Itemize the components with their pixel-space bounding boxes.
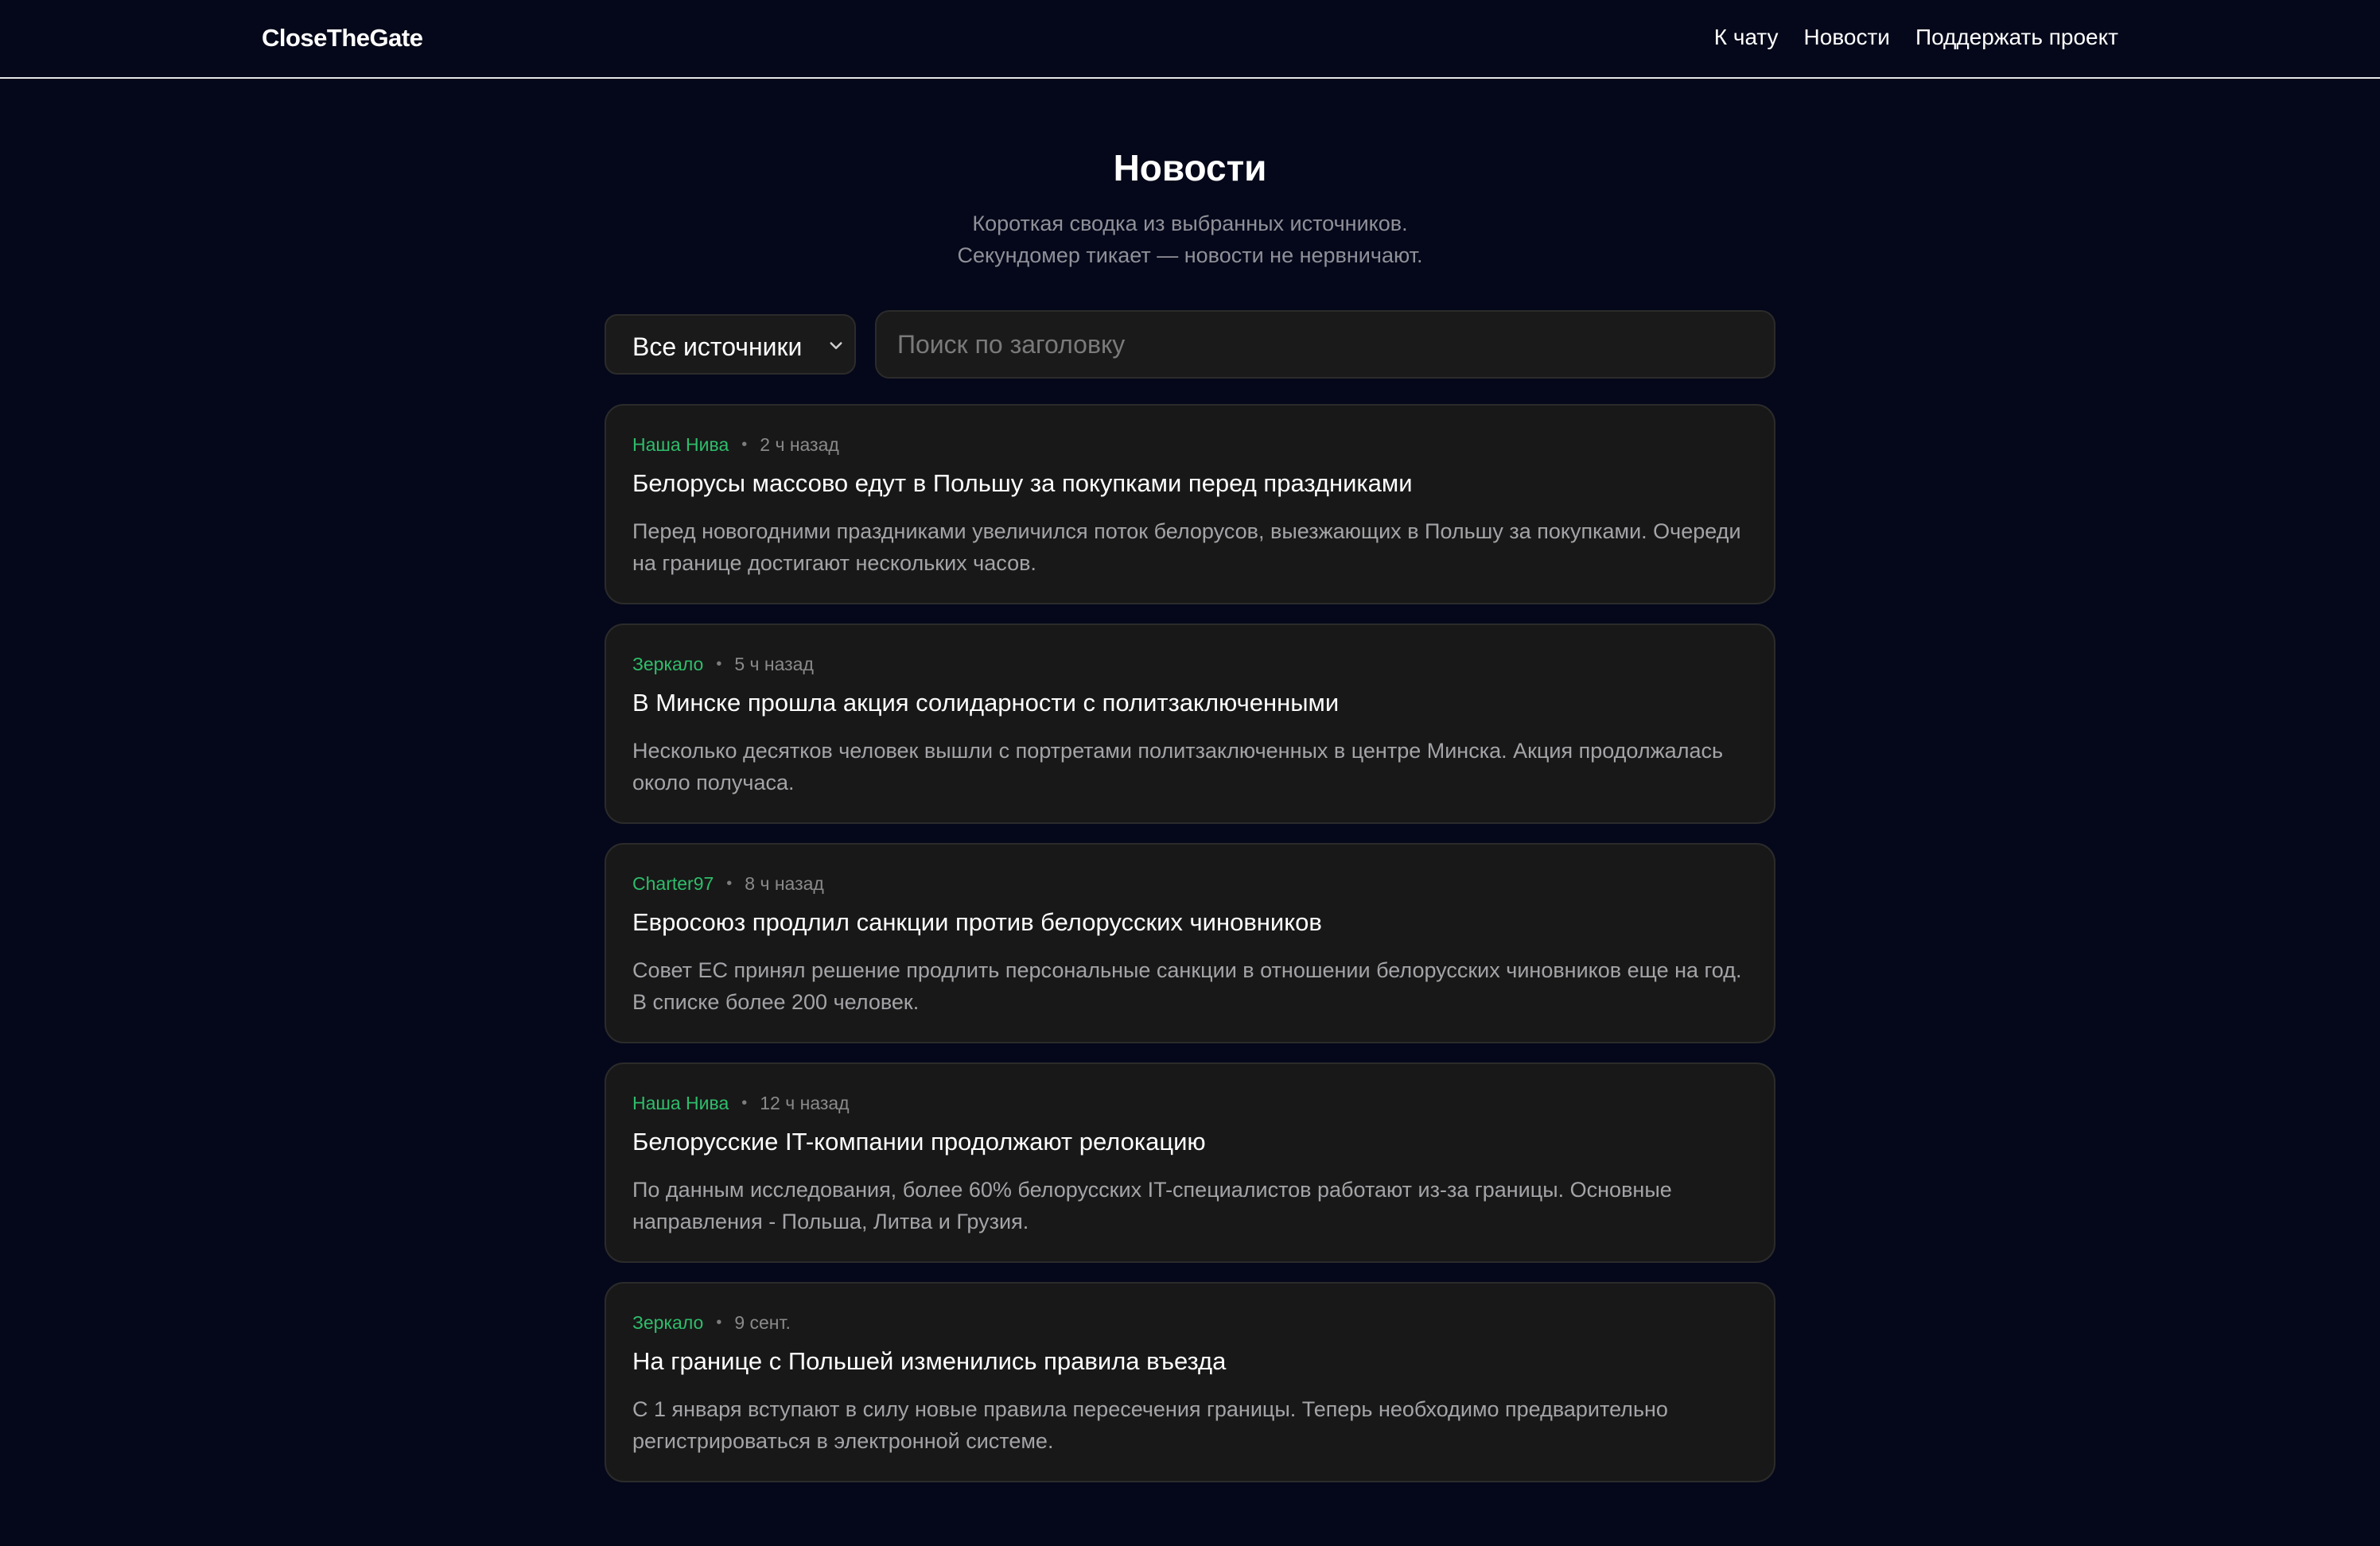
news-meta: Наша Нива • 2 ч назад (632, 434, 839, 456)
news-list: Наша Нива • 2 ч назад Белорусы массово е… (605, 404, 1775, 1501)
news-meta: Зеркало • 9 сент. (632, 1312, 791, 1334)
news-time: 12 ч назад (760, 1093, 850, 1113)
news-title[interactable]: На границе с Польшей изменились правила … (632, 1347, 1226, 1376)
news-source[interactable]: Наша Нива (632, 1093, 729, 1114)
news-card[interactable]: Зеркало • 9 сент. На границе с Польшей и… (605, 1282, 1775, 1482)
separator-dot: • (741, 1094, 748, 1112)
news-description: По данным исследования, более 60% белору… (632, 1178, 1672, 1233)
news-source[interactable]: Зеркало (632, 1312, 703, 1334)
news-time: 2 ч назад (760, 434, 839, 455)
news-source[interactable]: Зеркало (632, 654, 703, 675)
separator-dot: • (716, 1314, 722, 1331)
separator-dot: • (716, 655, 722, 673)
source-select-value: Все источники (632, 332, 803, 361)
news-meta: Наша Нива • 12 ч назад (632, 1093, 850, 1114)
news-meta: Зеркало • 5 ч назад (632, 654, 814, 675)
separator-dot: • (726, 875, 733, 892)
filter-bar: Все источники (605, 310, 1775, 379)
page-subtitle-line-2: Секундомер тикает — новости не нервничаю… (957, 243, 1423, 267)
main-nav: К чату Новости Поддержать проект (1714, 25, 2118, 50)
page-subtitle-line-1: Короткая сводка из выбранных источников. (972, 212, 1408, 235)
news-card[interactable]: Наша Нива • 2 ч назад Белорусы массово е… (605, 404, 1775, 604)
news-title[interactable]: Белорусские IT-компании продолжают релок… (632, 1128, 1206, 1156)
news-description: Перед новогодними праздниками увеличился… (632, 519, 1741, 575)
news-card[interactable]: Charter97 • 8 ч назад Евросоюз продлил с… (605, 843, 1775, 1043)
news-meta: Charter97 • 8 ч назад (632, 873, 824, 895)
news-source[interactable]: Charter97 (632, 873, 714, 895)
news-time: 9 сент. (734, 1312, 791, 1333)
nav-link-chat[interactable]: К чату (1714, 25, 1779, 50)
news-time: 5 ч назад (734, 654, 814, 674)
news-card[interactable]: Наша Нива • 12 ч назад Белорусские IT-ко… (605, 1062, 1775, 1263)
news-description: С 1 января вступают в силу новые правила… (632, 1397, 1668, 1453)
top-navbar: CloseTheGate К чату Новости Поддержать п… (0, 0, 2380, 79)
separator-dot: • (741, 436, 748, 453)
page-title: Новости (1113, 147, 1267, 188)
nav-link-support[interactable]: Поддержать проект (1915, 25, 2118, 50)
nav-link-news[interactable]: Новости (1804, 25, 1890, 50)
news-time: 8 ч назад (745, 873, 824, 894)
chevron-down-icon (830, 342, 842, 349)
news-title[interactable]: В Минске прошла акция солидарности с пол… (632, 689, 1339, 717)
source-select[interactable]: Все источники (605, 314, 856, 375)
search-input[interactable] (875, 310, 1775, 379)
news-description: Несколько десятков человек вышли с портр… (632, 739, 1724, 794)
brand-logo[interactable]: CloseTheGate (262, 24, 423, 52)
news-source[interactable]: Наша Нива (632, 434, 729, 456)
news-title[interactable]: Евросоюз продлил санкции против белорусс… (632, 908, 1322, 937)
news-description: Совет ЕС принял решение продлить персона… (632, 958, 1742, 1014)
news-card[interactable]: Зеркало • 5 ч назад В Минске прошла акци… (605, 623, 1775, 824)
news-title[interactable]: Белорусы массово едут в Польшу за покупк… (632, 469, 1413, 498)
